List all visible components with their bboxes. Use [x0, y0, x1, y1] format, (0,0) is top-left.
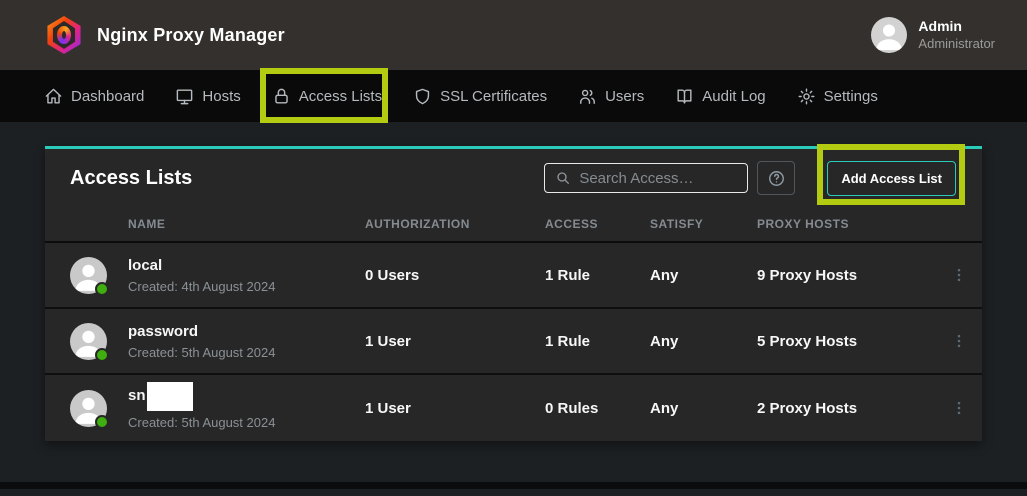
authorization-value: 0 Users: [365, 267, 545, 284]
kebab-icon: [950, 332, 968, 350]
nav-label: Access Lists: [299, 88, 382, 105]
created-date: Created: 5th August 2024: [128, 415, 365, 430]
access-list-name: sn: [128, 387, 146, 405]
book-icon: [675, 87, 694, 106]
search-box: [544, 163, 748, 193]
shield-icon: [413, 87, 432, 106]
nav-label: Audit Log: [702, 88, 765, 105]
users-icon: [578, 87, 597, 106]
access-list-avatar: [70, 390, 107, 427]
home-icon: [44, 87, 63, 106]
column-header-authorization: AUTHORIZATION: [365, 217, 545, 231]
app-logo-icon: [46, 16, 82, 54]
table-row[interactable]: sn Created: 5th August 2024 1 User 0 Rul…: [45, 375, 982, 441]
nav-label: SSL Certificates: [440, 88, 547, 105]
satisfy-value: Any: [650, 267, 757, 284]
table-row[interactable]: password Created: 5th August 2024 1 User…: [45, 309, 982, 375]
nav-label: Settings: [824, 88, 878, 105]
row-menu-button[interactable]: [948, 395, 970, 421]
monitor-icon: [175, 87, 194, 106]
nav-item-dashboard[interactable]: Dashboard: [44, 87, 144, 106]
access-value: 1 Rule: [545, 333, 650, 350]
user-avatar: [871, 17, 907, 53]
search-input[interactable]: [579, 170, 737, 187]
column-header-satisfy: SATISFY: [650, 217, 757, 231]
access-lists-card: Access Lists Add Access List NAME AUTHOR…: [45, 146, 982, 441]
satisfy-value: Any: [650, 333, 757, 350]
user-role: Administrator: [918, 36, 995, 52]
authorization-value: 1 User: [365, 400, 545, 417]
footer-strip: [0, 482, 1027, 489]
page-title: Access Lists: [70, 167, 192, 190]
nav-item-hosts[interactable]: Hosts: [175, 87, 240, 106]
user-menu[interactable]: Admin Administrator: [871, 17, 995, 53]
column-header-access: ACCESS: [545, 217, 650, 231]
lock-icon: [272, 87, 291, 106]
row-menu-button[interactable]: [948, 328, 970, 354]
access-list-name: local: [128, 257, 162, 275]
search-icon: [555, 170, 571, 186]
access-list-avatar: [70, 257, 107, 294]
add-button-wrap: Add Access List: [827, 161, 956, 196]
proxy-hosts-value: 9 Proxy Hosts: [757, 267, 935, 284]
help-icon: [767, 169, 786, 188]
access-value: 0 Rules: [545, 400, 650, 417]
redaction-box: [147, 382, 193, 411]
kebab-icon: [950, 399, 968, 417]
access-list-name: password: [128, 323, 198, 341]
nav-label: Hosts: [202, 88, 240, 105]
row-menu-button[interactable]: [948, 262, 970, 288]
proxy-hosts-value: 2 Proxy Hosts: [757, 400, 935, 417]
topbar: Nginx Proxy Manager Admin Administrator: [0, 0, 1027, 70]
status-dot: [95, 348, 109, 362]
status-dot: [95, 415, 109, 429]
user-name: Admin: [918, 18, 995, 36]
kebab-icon: [950, 266, 968, 284]
status-dot: [95, 282, 109, 296]
app-brand[interactable]: Nginx Proxy Manager: [46, 16, 285, 54]
card-header: Access Lists Add Access List: [45, 149, 982, 207]
proxy-hosts-value: 5 Proxy Hosts: [757, 333, 935, 350]
column-header-name: NAME: [128, 217, 365, 231]
created-date: Created: 5th August 2024: [128, 345, 365, 360]
nav-label: Dashboard: [71, 88, 144, 105]
nav-item-users[interactable]: Users: [578, 87, 644, 106]
help-button[interactable]: [757, 161, 795, 195]
nav-item-settings[interactable]: Settings: [797, 87, 878, 106]
nav-item-audit-log[interactable]: Audit Log: [675, 87, 765, 106]
authorization-value: 1 User: [365, 333, 545, 350]
page-content: Access Lists Add Access List NAME AUTHOR…: [0, 122, 1027, 489]
created-date: Created: 4th August 2024: [128, 279, 365, 294]
main-nav: Dashboard Hosts Access Lists SSL Certifi…: [0, 70, 1027, 122]
satisfy-value: Any: [650, 400, 757, 417]
add-access-list-button[interactable]: Add Access List: [827, 161, 956, 196]
card-controls: Add Access List: [544, 161, 967, 196]
name-cell: password Created: 5th August 2024: [128, 323, 365, 360]
column-header-proxy-hosts: PROXY HOSTS: [757, 217, 935, 231]
access-value: 1 Rule: [545, 267, 650, 284]
user-meta: Admin Administrator: [918, 18, 995, 52]
gear-icon: [797, 87, 816, 106]
table-row[interactable]: local Created: 4th August 2024 0 Users 1…: [45, 243, 982, 309]
nav-item-access-lists[interactable]: Access Lists: [272, 87, 382, 106]
name-cell: sn Created: 5th August 2024: [128, 387, 365, 430]
app-title: Nginx Proxy Manager: [97, 25, 285, 46]
nav-item-ssl-certificates[interactable]: SSL Certificates: [413, 87, 547, 106]
nav-label: Users: [605, 88, 644, 105]
name-cell: local Created: 4th August 2024: [128, 257, 365, 294]
access-list-avatar: [70, 323, 107, 360]
table-header: NAME AUTHORIZATION ACCESS SATISFY PROXY …: [45, 207, 982, 243]
